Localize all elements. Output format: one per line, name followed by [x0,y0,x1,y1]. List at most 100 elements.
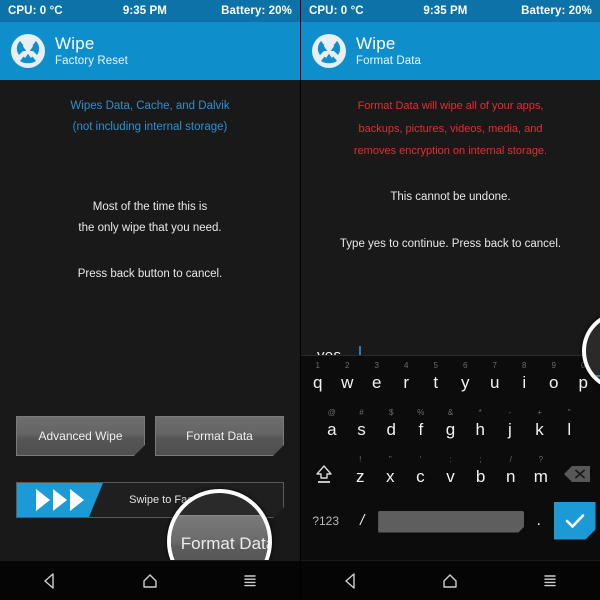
key-l[interactable]: " l [554,403,584,450]
key-label: w [341,372,354,392]
nav-home-button[interactable] [423,561,477,600]
recent-apps-icon [244,574,256,586]
key-label: h [475,419,485,439]
app-header: Wipe Factory Reset [0,22,300,85]
key-m[interactable]: ? m [526,450,556,497]
key-label: x [386,466,395,486]
key-a[interactable]: @ a [317,403,347,450]
key-w[interactable]: 2w [333,356,363,403]
key-f[interactable]: % f [406,403,436,450]
swipe-arrow-icon [70,489,84,511]
key-y[interactable]: 6y [451,356,481,403]
key-q[interactable]: 1q [303,356,333,403]
app-header: Wipe Format Data [301,22,600,85]
key-o[interactable]: 9o [539,356,569,403]
key-i[interactable]: 8i [510,356,540,403]
key-s[interactable]: # s [347,403,377,450]
keyboard-row-2: @ a # s $ d % f & g * h -j + k " l [301,403,600,450]
nav-recent-button[interactable] [223,561,277,600]
key-label: b [475,466,486,486]
key-r[interactable]: 4r [392,356,422,403]
swipe-arrow-icon [36,489,50,511]
key-v[interactable]: :v [435,450,465,497]
key-sup-exclaim: ! [359,455,362,464]
key-sup-quote: " [567,408,571,417]
key-d[interactable]: $ d [376,403,406,450]
status-battery: Battery: 20% [521,5,592,17]
checkmark-icon [564,512,586,530]
key-sup-2: 2 [345,361,350,370]
keyboard-row-4: ?123 / . [301,497,600,544]
key-sup-question: ? [538,455,544,464]
nav-recent-button[interactable] [523,561,577,600]
right-screen-format-data: CPU: 0 °C 9:35 PM Battery: 20% Wipe Form… [300,0,600,600]
key-h[interactable]: * h [465,403,495,450]
key-symbols-toggle[interactable]: ?123 [305,497,346,544]
right-content: Format Data will wipe all of your apps, … [301,80,600,600]
key-e[interactable]: 3e [362,356,392,403]
nav-back-button[interactable] [23,561,77,600]
key-sup-plus: + [537,408,542,417]
status-bar: CPU: 0 °C 9:35 PM Battery: 20% [301,0,600,22]
key-label: c [416,466,425,486]
key-sup-dollar: $ [388,408,394,417]
key-sup-percent: % [417,408,425,417]
status-time: 9:35 PM [423,5,468,17]
key-label: t [433,372,439,392]
key-period[interactable]: . [524,497,553,544]
magnified-format-data-label: Format Data [180,534,272,553]
left-content: Wipes Data, Cache, and Dalvik (not inclu… [0,80,300,600]
key-b[interactable]: ; b [466,450,496,497]
key-space[interactable] [378,497,524,544]
key-sup-amp: & [447,408,454,417]
type-yes-instruction: Type yes to continue. Press back to canc… [339,237,562,250]
header-subtitle: Factory Reset [55,55,128,68]
key-x[interactable]: " x [375,450,405,497]
advanced-wipe-button[interactable]: Advanced Wipe [16,416,145,456]
wipe-description: Wipes Data, Cache, and Dalvik (not inclu… [0,96,300,139]
wipe-description-line-2: (not including internal storage) [72,121,228,134]
key-sup-1: 1 [315,361,320,370]
key-z[interactable]: ! z [345,450,375,497]
key-g[interactable]: & g [436,403,466,450]
key-enter[interactable] [553,497,596,544]
nav-home-button[interactable] [123,561,177,600]
key-k[interactable]: + k [525,403,555,450]
key-j[interactable]: -j [495,403,525,450]
recent-apps-icon [544,574,556,586]
swipe-arrow-icon [53,489,67,511]
key-label: k [535,419,544,439]
left-screen-factory-reset: CPU: 0 °C 9:35 PM Battery: 20% Wipe Fact… [0,0,300,600]
key-label: d [386,419,396,439]
key-sup-7: 7 [492,361,497,370]
key-symbols-label: ?123 [312,513,340,528]
nav-back-button[interactable] [324,561,378,600]
key-label: r [403,372,410,392]
format-data-button[interactable]: Format Data [155,416,284,456]
key-n[interactable]: / n [496,450,526,497]
twrp-logo-icon [10,33,46,69]
on-screen-keyboard: 1q 2w 3e 4r 5t 6y 7u 8i 9o 0p @ a # s $ … [301,355,600,560]
key-sup-semicolon: ; [479,455,482,464]
wipe-cancel-hint: Press back button to cancel. [0,264,300,285]
key-label: y [461,372,470,392]
key-backspace[interactable] [556,450,598,497]
key-u[interactable]: 7u [480,356,510,403]
key-sup-dquote: " [388,455,392,464]
key-t[interactable]: 5t [421,356,451,403]
status-cpu: CPU: 0 °C [309,5,364,17]
swipe-handle[interactable] [17,483,103,517]
key-label: e [372,372,382,392]
home-pentagon-icon [143,573,157,588]
key-slash[interactable]: / [346,497,378,544]
key-label: v [446,466,455,486]
key-slash-label: / [360,512,365,529]
back-triangle-icon [345,572,355,589]
key-c[interactable]: ' c [405,450,435,497]
home-pentagon-icon [443,573,458,588]
key-sup-dash: - [508,408,512,417]
key-label: s [357,419,366,439]
key-label: g [445,419,456,439]
format-warning-line-1: Format Data will wipe all of your apps, [357,100,544,112]
key-shift[interactable] [303,450,345,497]
